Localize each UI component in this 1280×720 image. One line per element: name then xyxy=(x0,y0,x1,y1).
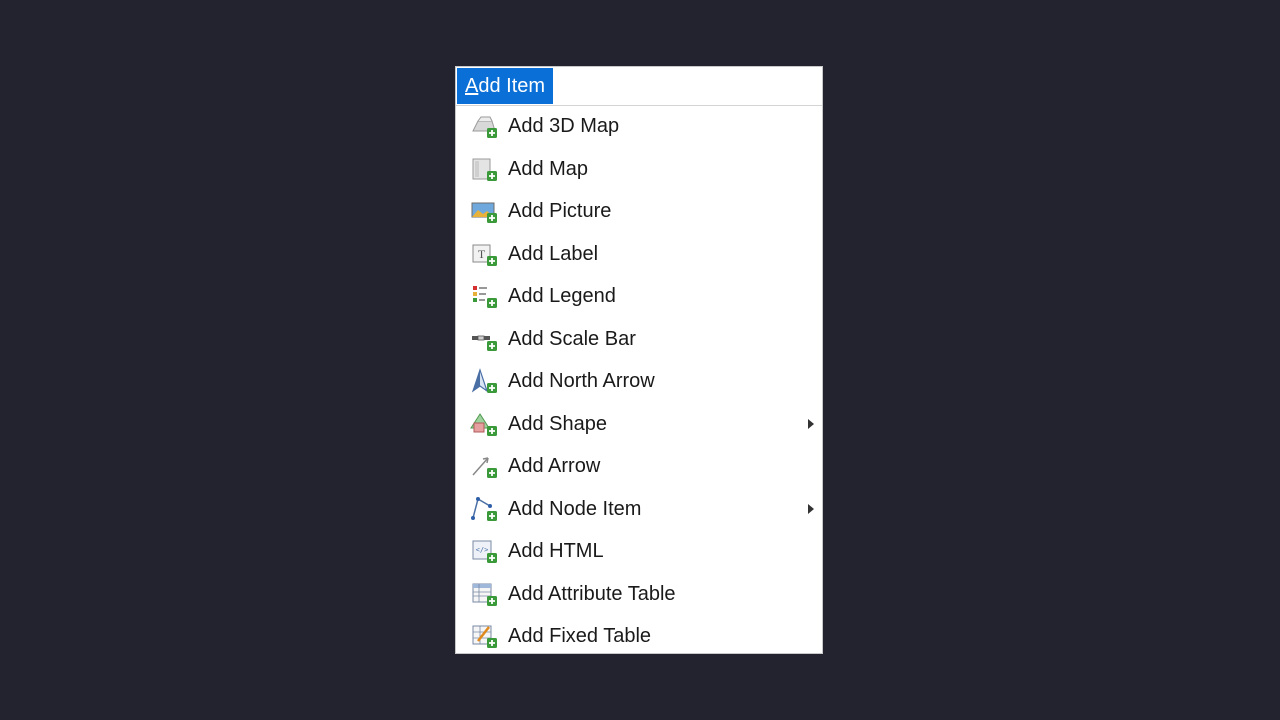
3d-map-icon xyxy=(472,116,497,139)
menubar: Add Item xyxy=(456,67,822,106)
arrow-icon xyxy=(472,457,497,479)
svg-text:T: T xyxy=(478,247,486,261)
picture-icon xyxy=(471,202,497,224)
menu-item-add-shape[interactable]: Add Shape xyxy=(456,403,822,446)
menu-item-label: Add North Arrow xyxy=(508,370,655,393)
map-icon xyxy=(472,158,497,181)
node-item-icon xyxy=(471,496,497,521)
menu-item-label: Add 3D Map xyxy=(508,115,620,138)
label-icon: T xyxy=(472,244,497,266)
menu-item-label: Add Attribute Table xyxy=(508,582,676,605)
north-arrow-icon xyxy=(471,368,497,394)
menu-title-text: dd Item xyxy=(478,75,546,97)
menu-item-label: Add HTML xyxy=(508,540,604,563)
menu-item-label: Add Label xyxy=(508,242,599,265)
menu-item-label: Add Picture xyxy=(508,200,612,223)
menu-item-add-picture[interactable]: Add Picture xyxy=(456,190,822,233)
menu-item-add-html[interactable]: </> Add HTML xyxy=(456,530,822,573)
menu-item-add-label[interactable]: T Add Label xyxy=(456,233,822,276)
menu-item-label: Add Scale Bar xyxy=(508,327,636,350)
menu-item-add-fixed-table[interactable]: Add Fixed Table xyxy=(456,615,822,658)
menu-item-label: Add Node Item xyxy=(508,497,642,520)
menu-item-add-scale-bar[interactable]: Add Scale Bar xyxy=(456,318,822,361)
fixed-table-icon xyxy=(472,625,497,649)
menu-items: Add 3D Map Add Map Add Picture T Add Lab… xyxy=(456,105,822,658)
menu-item-add-arrow[interactable]: Add Arrow xyxy=(456,445,822,488)
menu-item-label: Add Shape xyxy=(508,412,607,435)
submenu-arrow-icon xyxy=(808,503,814,514)
menu-item-add-map[interactable]: Add Map xyxy=(456,148,822,191)
submenu-arrow-icon xyxy=(808,418,814,429)
menu-item-label: Add Map xyxy=(508,157,589,180)
menu-item-add-node-item[interactable]: Add Node Item xyxy=(456,488,822,531)
menu-item-add-3d-map[interactable]: Add 3D Map xyxy=(456,105,822,148)
shape-icon xyxy=(470,412,497,436)
html-icon: </> xyxy=(472,540,497,564)
menu-item-label: Add Legend xyxy=(508,285,616,308)
svg-text:</>: </> xyxy=(476,546,489,554)
menu-title-mnemonic: A xyxy=(465,75,479,97)
add-item-menu: Add Item Add 3D Map Add Map Add Picture … xyxy=(455,66,823,654)
menu-title-add-item[interactable]: Add Item xyxy=(457,68,554,104)
menu-item-label: Add Arrow xyxy=(508,455,601,478)
menu-item-add-legend[interactable]: Add Legend xyxy=(456,275,822,318)
menu-item-label: Add Fixed Table xyxy=(508,625,652,648)
scale-bar-icon xyxy=(472,335,497,351)
attribute-table-icon xyxy=(472,583,497,606)
legend-icon xyxy=(473,286,497,309)
menu-item-add-attribute-table[interactable]: Add Attribute Table xyxy=(456,573,822,616)
menu-item-add-north-arrow[interactable]: Add North Arrow xyxy=(456,360,822,403)
